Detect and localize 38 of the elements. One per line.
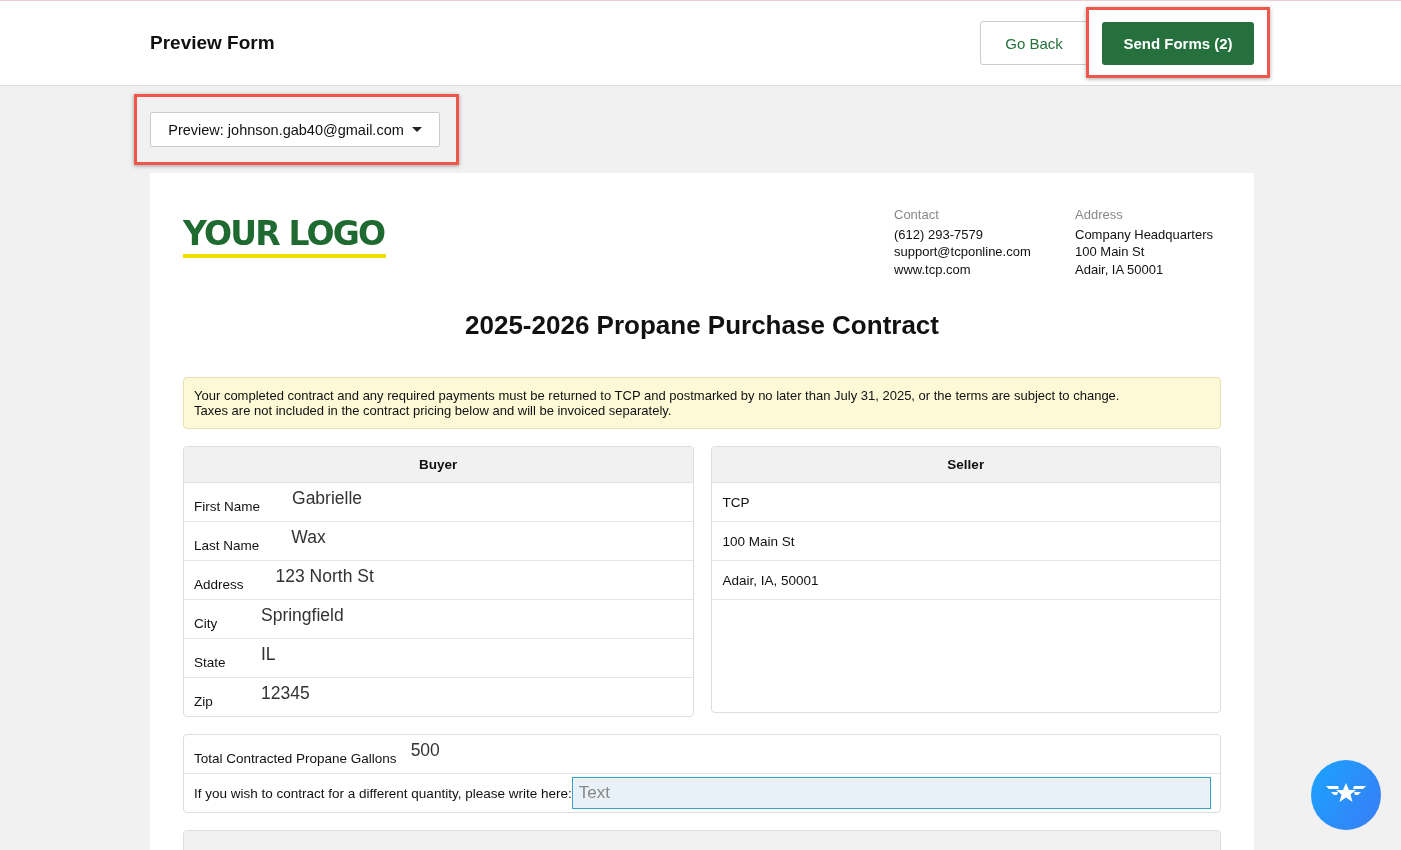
seller-text: TCP — [721, 494, 750, 510]
contact-line: www.tcp.com — [894, 260, 972, 278]
document-title: 2025-2026 Propane Purchase Contract — [464, 310, 940, 341]
seller-text: Adair, IA, 50001 — [721, 572, 819, 588]
address-line: Company Headquarters — [1075, 225, 1215, 243]
field-label: Zip — [194, 692, 214, 709]
back-button[interactable]: Go Back — [980, 21, 1088, 65]
field-value: 123 North St — [275, 565, 374, 588]
field-value: Gabrielle — [292, 487, 363, 510]
address-line: 100 Main St — [1075, 243, 1146, 261]
contact-line: support@tcponline.com — [894, 243, 1032, 261]
field-value: Wax — [291, 526, 326, 549]
notice-text: Taxes are not included in the contract pricing below and will be invoiced separately. — [194, 403, 673, 418]
field-label: Last Name — [194, 536, 260, 553]
preview-dropdown[interactable]: Preview: johnson.gab40@gmail.com — [150, 112, 440, 147]
field-label: Address — [194, 575, 244, 592]
logo: YOUR LOGO — [183, 214, 387, 258]
field-value: 12345 — [261, 682, 310, 705]
notice-text: Your completed contract and any required payments must be returned to TCP and postmarked by no later than July 31, 2025, or the terms are subject to change. — [194, 388, 1121, 403]
field-value: IL — [261, 643, 276, 666]
panel-header: Buyer — [184, 447, 693, 483]
panel-header: Seller — [711, 447, 1220, 483]
column-heading: Contact — [894, 206, 940, 224]
page-title: Preview Form — [150, 32, 275, 54]
caret-icon — [411, 127, 422, 132]
seller-text: 100 Main St — [721, 533, 795, 549]
address-line: Adair, IA 50001 — [1075, 260, 1165, 278]
column-heading: Address — [1075, 206, 1124, 224]
send-button[interactable]: Send Forms (2) — [1102, 21, 1254, 65]
input-field[interactable]: Text — [571, 777, 1211, 809]
field-label: State — [194, 653, 227, 670]
field-value: 500 — [410, 739, 440, 762]
field-label: If you wish to contract for a different quantity, please write here: — [194, 785, 572, 801]
field-label: City — [194, 614, 219, 631]
field-label: First Name — [194, 497, 260, 514]
field-value: Springfield — [261, 604, 344, 627]
contact-line: (612) 293-7579 — [894, 225, 984, 243]
field-label: Total Contracted Propane Gallons — [194, 749, 397, 766]
